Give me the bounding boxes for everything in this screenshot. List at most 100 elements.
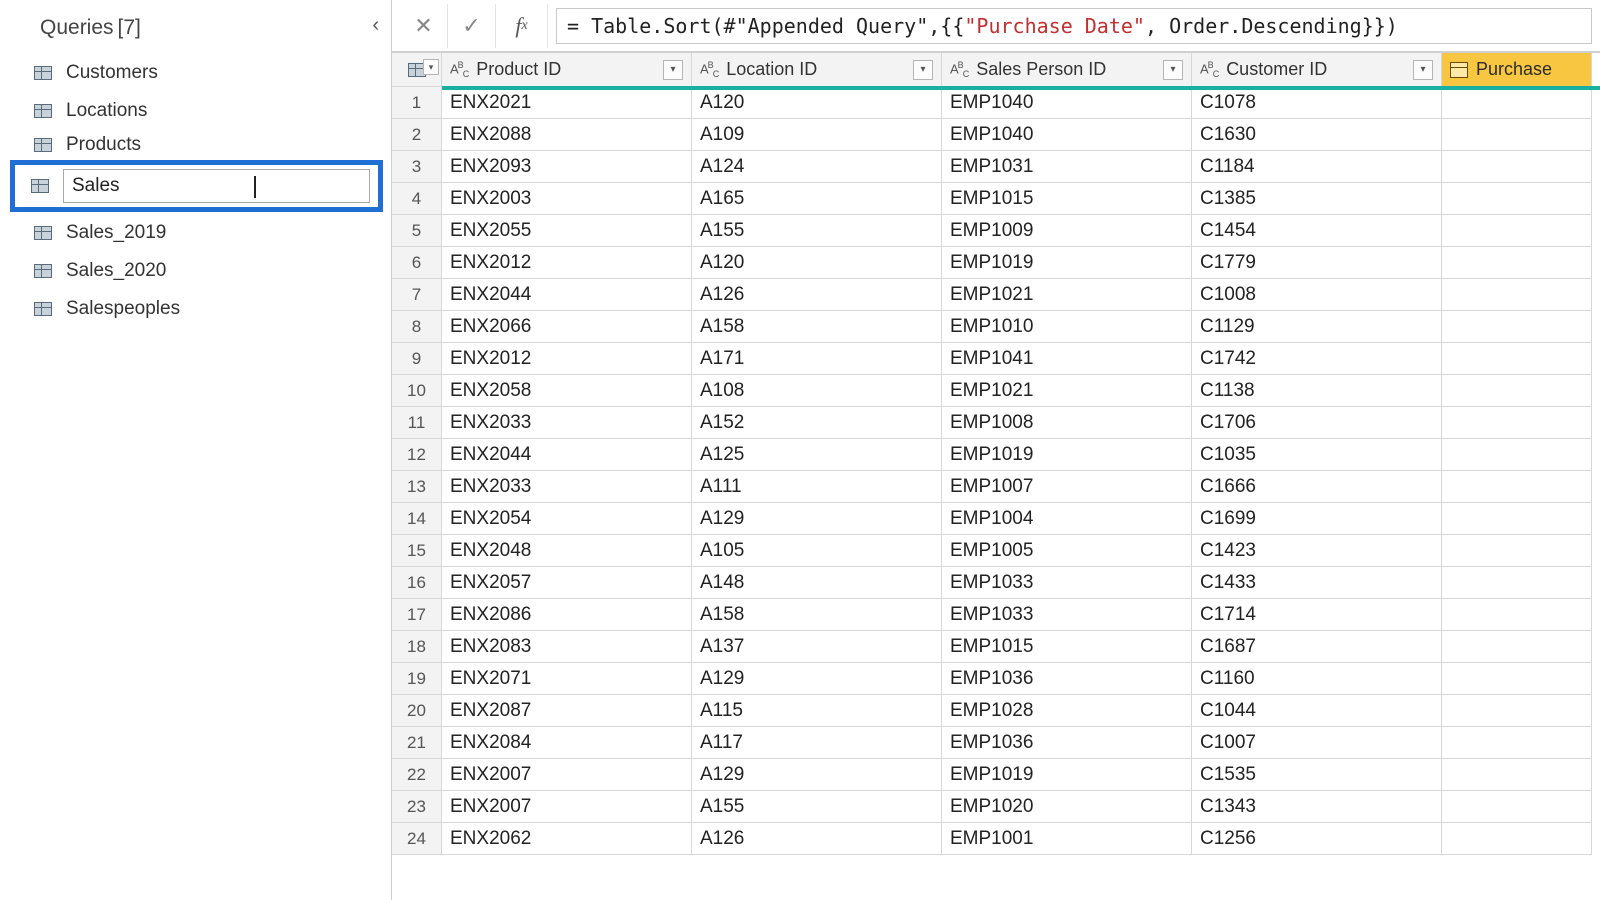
- cell-location-id[interactable]: A120: [692, 87, 942, 119]
- cell-product-id[interactable]: ENX2054: [442, 503, 692, 535]
- cell-product-id[interactable]: ENX2044: [442, 279, 692, 311]
- collapse-sidebar-chevron-icon[interactable]: ‹: [372, 14, 379, 37]
- row-number[interactable]: 17: [392, 599, 442, 631]
- row-number[interactable]: 2: [392, 119, 442, 151]
- cell-purchase-date[interactable]: [1442, 759, 1592, 791]
- row-number[interactable]: 7: [392, 279, 442, 311]
- table-menu[interactable]: ▾: [392, 53, 442, 87]
- cell-customer-id[interactable]: C1078: [1192, 87, 1442, 119]
- cell-location-id[interactable]: A137: [692, 631, 942, 663]
- cell-customer-id[interactable]: C1714: [1192, 599, 1442, 631]
- row-number[interactable]: 8: [392, 311, 442, 343]
- cell-purchase-date[interactable]: [1442, 183, 1592, 215]
- cell-sales-person-id[interactable]: EMP1036: [942, 727, 1192, 759]
- cell-product-id[interactable]: ENX2084: [442, 727, 692, 759]
- cell-sales-person-id[interactable]: EMP1001: [942, 823, 1192, 855]
- cell-product-id[interactable]: ENX2066: [442, 311, 692, 343]
- row-number[interactable]: 5: [392, 215, 442, 247]
- row-number[interactable]: 15: [392, 535, 442, 567]
- cell-sales-person-id[interactable]: EMP1005: [942, 535, 1192, 567]
- chevron-down-icon[interactable]: ▾: [913, 60, 933, 80]
- cell-product-id[interactable]: ENX2071: [442, 663, 692, 695]
- cell-product-id[interactable]: ENX2083: [442, 631, 692, 663]
- cell-sales-person-id[interactable]: EMP1019: [942, 247, 1192, 279]
- cell-customer-id[interactable]: C1423: [1192, 535, 1442, 567]
- cell-location-id[interactable]: A125: [692, 439, 942, 471]
- cell-location-id[interactable]: A155: [692, 791, 942, 823]
- cell-sales-person-id[interactable]: EMP1007: [942, 471, 1192, 503]
- cell-location-id[interactable]: A109: [692, 119, 942, 151]
- row-number[interactable]: 14: [392, 503, 442, 535]
- cell-sales-person-id[interactable]: EMP1008: [942, 407, 1192, 439]
- row-number[interactable]: 16: [392, 567, 442, 599]
- cell-purchase-date[interactable]: [1442, 663, 1592, 695]
- cell-sales-person-id[interactable]: EMP1031: [942, 151, 1192, 183]
- cell-location-id[interactable]: A124: [692, 151, 942, 183]
- formula-input[interactable]: = Table.Sort(#"Appended Query",{{ "Purch…: [556, 8, 1592, 44]
- cell-customer-id[interactable]: C1630: [1192, 119, 1442, 151]
- row-number[interactable]: 9: [392, 343, 442, 375]
- chevron-down-icon[interactable]: ▾: [423, 59, 439, 75]
- cell-product-id[interactable]: ENX2033: [442, 407, 692, 439]
- cell-product-id[interactable]: ENX2044: [442, 439, 692, 471]
- row-number[interactable]: 12: [392, 439, 442, 471]
- cell-customer-id[interactable]: C1008: [1192, 279, 1442, 311]
- column-header-sales-person-id[interactable]: ABCSales Person ID▾: [942, 53, 1192, 87]
- row-number[interactable]: 24: [392, 823, 442, 855]
- cell-location-id[interactable]: A129: [692, 759, 942, 791]
- column-header-purchase-date[interactable]: Purchase: [1442, 53, 1592, 87]
- cell-sales-person-id[interactable]: EMP1021: [942, 375, 1192, 407]
- cell-purchase-date[interactable]: [1442, 631, 1592, 663]
- cell-product-id[interactable]: ENX2057: [442, 567, 692, 599]
- cell-customer-id[interactable]: C1129: [1192, 311, 1442, 343]
- row-number[interactable]: 20: [392, 695, 442, 727]
- cell-customer-id[interactable]: C1742: [1192, 343, 1442, 375]
- cell-purchase-date[interactable]: [1442, 407, 1592, 439]
- cell-location-id[interactable]: A111: [692, 471, 942, 503]
- cell-sales-person-id[interactable]: EMP1033: [942, 567, 1192, 599]
- cell-location-id[interactable]: A158: [692, 311, 942, 343]
- cell-purchase-date[interactable]: [1442, 695, 1592, 727]
- cell-sales-person-id[interactable]: EMP1015: [942, 183, 1192, 215]
- cell-customer-id[interactable]: C1535: [1192, 759, 1442, 791]
- cell-purchase-date[interactable]: [1442, 567, 1592, 599]
- cell-product-id[interactable]: ENX2007: [442, 791, 692, 823]
- cell-customer-id[interactable]: C1779: [1192, 247, 1442, 279]
- cell-product-id[interactable]: ENX2093: [442, 151, 692, 183]
- cell-customer-id[interactable]: C1035: [1192, 439, 1442, 471]
- cell-location-id[interactable]: A158: [692, 599, 942, 631]
- row-number[interactable]: 11: [392, 407, 442, 439]
- cell-location-id[interactable]: A120: [692, 247, 942, 279]
- cell-sales-person-id[interactable]: EMP1040: [942, 119, 1192, 151]
- cell-sales-person-id[interactable]: EMP1036: [942, 663, 1192, 695]
- cell-purchase-date[interactable]: [1442, 471, 1592, 503]
- row-number[interactable]: 1: [392, 87, 442, 119]
- row-number[interactable]: 3: [392, 151, 442, 183]
- cell-purchase-date[interactable]: [1442, 343, 1592, 375]
- cell-location-id[interactable]: A117: [692, 727, 942, 759]
- cell-purchase-date[interactable]: [1442, 791, 1592, 823]
- column-header-customer-id[interactable]: ABCCustomer ID▾: [1192, 53, 1442, 87]
- cell-sales-person-id[interactable]: EMP1041: [942, 343, 1192, 375]
- cell-purchase-date[interactable]: [1442, 823, 1592, 855]
- row-number[interactable]: 4: [392, 183, 442, 215]
- query-item-locations[interactable]: Locations: [0, 92, 391, 130]
- cell-location-id[interactable]: A115: [692, 695, 942, 727]
- cell-sales-person-id[interactable]: EMP1019: [942, 759, 1192, 791]
- commit-formula-button[interactable]: ✓: [448, 4, 496, 48]
- row-number[interactable]: 23: [392, 791, 442, 823]
- cell-location-id[interactable]: A152: [692, 407, 942, 439]
- cell-sales-person-id[interactable]: EMP1015: [942, 631, 1192, 663]
- cell-product-id[interactable]: ENX2007: [442, 759, 692, 791]
- cell-product-id[interactable]: ENX2003: [442, 183, 692, 215]
- cell-purchase-date[interactable]: [1442, 279, 1592, 311]
- cell-purchase-date[interactable]: [1442, 87, 1592, 119]
- cell-purchase-date[interactable]: [1442, 375, 1592, 407]
- cell-purchase-date[interactable]: [1442, 599, 1592, 631]
- cancel-formula-button[interactable]: ✕: [400, 4, 448, 48]
- row-number[interactable]: 19: [392, 663, 442, 695]
- cell-product-id[interactable]: ENX2021: [442, 87, 692, 119]
- cell-customer-id[interactable]: C1385: [1192, 183, 1442, 215]
- cell-customer-id[interactable]: C1007: [1192, 727, 1442, 759]
- query-item-salespeoples[interactable]: Salespeoples: [0, 290, 391, 328]
